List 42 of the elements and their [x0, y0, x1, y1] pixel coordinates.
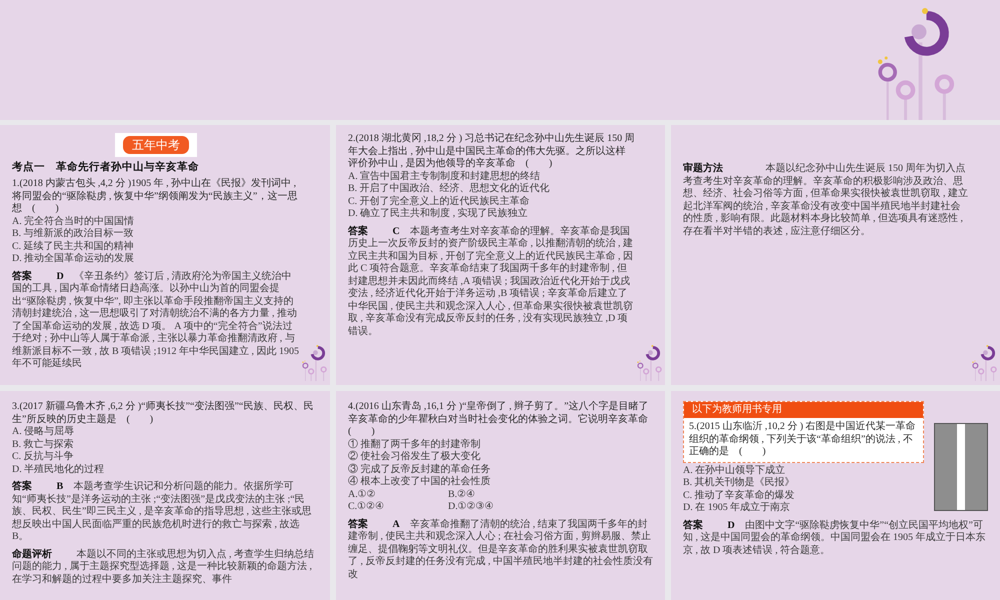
answer-paragraph: 答案 C 本题考查考生对辛亥革命的理解。辛亥革命是我国历史上一次反帝反封的资产阶级民主革命 , 以推翻清朝的统治 , 建立民主共和国为目标 , 开创了完全意义上的近代民族民主革命 , 因此 C 项符合题意。辛亥革命结束了我国两千多年的封建帝制 , 但封建思想并未因此而终结 ,A 项错误 ; 我国政治近代化开始于戊戌变法 , 经济近代化开始于洋务运动 ,B 项错误 ; 辛亥革命后建立了中华民国 , 使民主共和观念深入人心 , 但革命果实很快被袁世凯窃取 , 辛亥革命没有完成反帝反封的任务 , 没有实现民族独立 ,D 项错误。: [348, 226, 634, 338]
answer-option: D. 半殖民地化的过程: [12, 464, 318, 476]
answer-option: A. 在孙中山领导下成立: [683, 464, 924, 477]
answer-paragraph: 答案 D 由图中文字“驱除鞑虏恢复中华”“创立民国平均地权”可知 , 这是中国同盟会的革命纲领。中国同盟会在 1905 年成立于日本东京 , 故 D 项表述错误 , 符合题意。: [683, 520, 986, 557]
answer-option: A. 完全符合当时的中国国情: [12, 216, 300, 228]
review-paragraph: 命题评析 本题以不同的主张或思想为切入点 , 考查学生归纳总结问题的能力 , 属于主题探究型选择题 , 这是一种比较新颖的命题方法 , 在学习和解题的过程中要多加关注主题探究、事件: [12, 548, 315, 586]
answer-option: C. 开创了完全意义上的近代民族民主革命: [348, 196, 635, 208]
answer-option: B. 开启了中国政治、经济、思想文化的近代化: [348, 183, 635, 196]
answer-option: B. 与维新派的政治目标一致: [12, 228, 300, 240]
answer-option: C. 延续了民主共和国的精神: [12, 240, 300, 253]
section-heading: 考点一 革命先行者孙中山与辛亥革命: [12, 161, 200, 175]
answer-option: C. 推动了辛亥革命的爆发: [683, 490, 924, 502]
answer-option: B.②④: [448, 488, 653, 501]
statement-item: ② 使社会习俗发生了极大变化: [348, 451, 482, 464]
statement-item: ① 推翻了两千多年的封建帝制: [348, 438, 482, 450]
answer-paragraph: 答案 B 本题考查学生识记和分析问题的能力。依据所学可知“师夷长技”是洋务运动的主张 ;“变法图强”是戊戌变法的主张 ;“民族、民权、民生”即三民主义 , 是辛亥革命的指导思想 , 这些主张或思想反映出中国人民面临严重的民族危机时进行的救亡与探索 , 故选 B。: [12, 481, 312, 544]
question-text: 2.(2018 湖北黄冈 ,18,2 分 ) 习总书记在纪念孙中山先生诞辰 150 周年大会上指出 , 孙中山是中国民主革命的伟大先驱。之所以这样评价孙中山 , 是因为他领导的辛亥革命 ( ): [348, 133, 635, 170]
answer-option: A. 宣告中国君主专制制度和封建思想的终结: [348, 170, 635, 183]
answer-option: B. 救亡与探索: [12, 438, 318, 451]
answer-option: C. 反抗与斗争: [12, 451, 318, 464]
answer-option: C.①②④: [348, 501, 448, 514]
answer-option: D. 在 1905 年成立于南京: [683, 502, 924, 514]
question-text: 4.(2016 山东青岛 ,16,1 分 )“皇帝倒了 , 辫子剪了。”这八个字是目睹了辛亥革命的少年瞿秋白对当时社会变化的体验之词。它说明辛亥革命 ( ): [348, 401, 650, 438]
answer-option: B. 其机关刊物是《民报》: [683, 477, 924, 490]
ring-ornament-drawing: [302, 345, 327, 381]
notice-banner: 以下为教师用书专用: [684, 402, 923, 418]
question-text: 3.(2017 新疆乌鲁木齐 ,6,2 分 )“师夷长技”“变法图强”“民族、民权、民生”所反映的历史主题是 ( ): [12, 401, 314, 426]
answer-option: D.①②③④: [448, 501, 653, 514]
question-text: 5.(2015 山东临沂 ,10,2 分 ) 右图是中国近代某一革命组织的革命纲领 , 下列关于该“革命组织”的说法 , 不正确的是 ( ): [688, 420, 917, 459]
ring-ornament-drawing: [972, 345, 997, 381]
statement-item: ④ 根本上改变了中国的社会性质: [348, 476, 492, 488]
analysis-paragraph: 审题方法 本题以纪念孙中山先生诞辰 150 周年为切入点考查考生对辛亥革命的理解。辛亥革命的积极影响涉及政治、思想、经济、社会习俗等方面 , 但革命果实很快被袁世凯窃取 , 建立起北洋军阀的统治 , 辛亥革命没有改变中国半殖民地半封建社会的性质 , 影响有限。此题材料本身比较简单 , 但选项具有迷惑性 , 存在看半对半错的表述 , 应注意仔细区分。: [683, 163, 969, 238]
section-badge: 五年中考: [123, 136, 189, 154]
answer-option: A. 侵略与屈辱: [12, 426, 318, 438]
answer-paragraph: 答案 D 《辛丑条约》签订后 , 清政府沦为帝国主义统治中国的工具 , 国内革命情绪日趋高涨。以孙中山为首的同盟会提出“驱除鞑虏 , 恢复中华”, 即主张以革命手段推翻帝国主义支持的清朝封建统治 , 这一思想吸引了对清朝统治不满的各方力量 , 推动了全国革命运动的发展 , 故选 D 项。 A 项中的“完全符合”说法过于绝对 ; 孙中山等人属于革命派 , 主张以暴力革命推翻清政府 , 与维新派目标不一致 , 故 B 项错误 ;1912 年中华民国建立 , 因此 1905 年不可能延续民: [12, 270, 300, 370]
answer-option: A.①②: [348, 488, 448, 501]
answer-option: D. 推动全国革命运动的发展: [12, 253, 300, 266]
answer-paragraph: 答案 A 辛亥革命推翻了清朝的统治 , 结束了我国两千多年的封建帝制 , 使民主共和观念深入人心 ; 在社会习俗方面 , 剪辫易服、禁止缠足、提倡鞠躬等文明礼仪。但是辛亥革命的胜利果实被袁世凯窃取了 , 反帝反封建的任务没有完成 , 中国半殖民地半封建的社会性质没有改: [348, 518, 653, 581]
answer-option: D. 确立了民主共和制度 , 实现了民族独立: [348, 208, 635, 220]
statement-item: ③ 完成了反帝反封建的革命任务: [348, 464, 492, 476]
ring-ornament-drawing: [637, 345, 662, 381]
question-text: 1.(2018 内蒙古包头 ,4,2 分 )1905 年 , 孙中山在《民报》发刊词中 , 将同盟会的“驱除鞑虏 , 恢复中华”纲领阐发为“民族主义”，这一思想 ( ): [12, 178, 298, 216]
